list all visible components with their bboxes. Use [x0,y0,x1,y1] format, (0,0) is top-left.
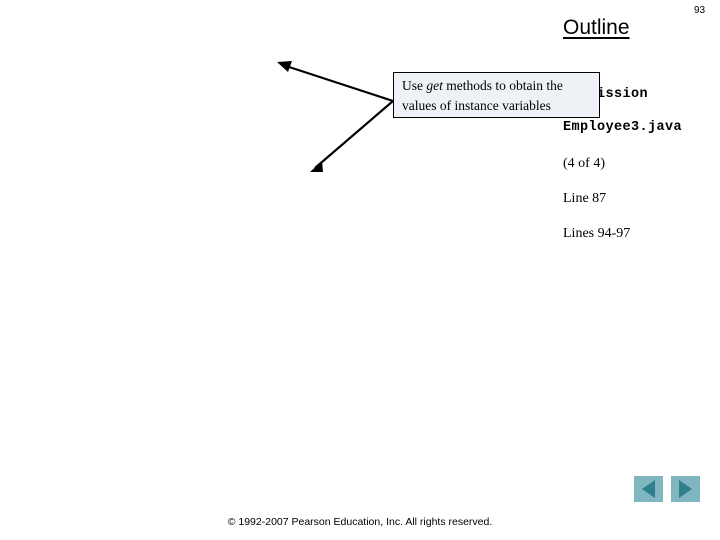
outline-reference-line-2: Lines 94-97 [563,226,631,241]
callout-text-prefix: Use [402,78,427,93]
annotation-arrow-upper [277,61,394,103]
navigation-button-group [634,476,700,502]
footer-copyright: © 1992-2007 Pearson Education, Inc. All … [227,516,493,528]
annotation-arrow-lower [310,100,394,172]
next-slide-button[interactable] [671,476,700,502]
outline-reference-line-1: Line 87 [563,191,607,206]
slide-canvas: 93 Outline Commission Employee3.java (4 … [0,0,720,540]
triangle-left-icon [642,480,655,498]
callout-text-emphasis: get [426,78,443,93]
annotation-arrow-group [277,61,394,172]
outline-count-label: (4 of 4) [563,156,605,171]
triangle-right-icon [679,480,692,498]
callout-note-box: Use get methods to obtain the values of … [393,72,600,118]
page-number: 93 [694,5,706,16]
outline-file-name-line-2: Employee3.java [563,120,683,135]
previous-slide-button[interactable] [634,476,663,502]
page-title: Outline [563,16,630,39]
